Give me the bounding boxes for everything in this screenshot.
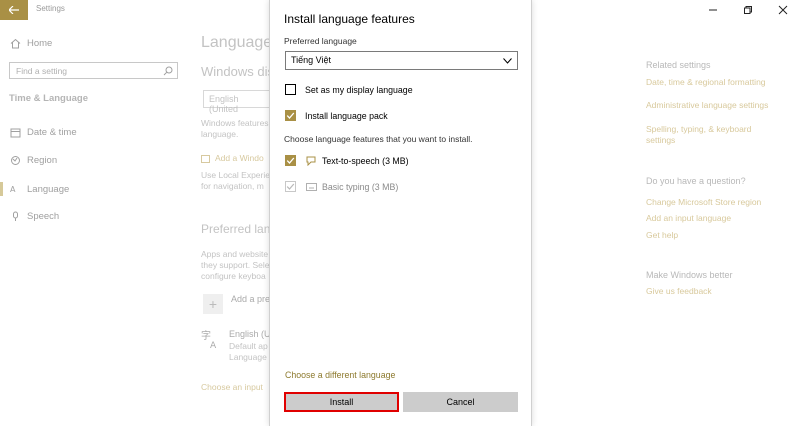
option-label: Set as my display language <box>305 84 413 95</box>
sidebar-item-label: Speech <box>27 210 60 222</box>
speech-icon <box>305 156 317 166</box>
language-sub-line2: Language <box>229 352 267 362</box>
plus-icon: + <box>208 296 218 312</box>
link-label: Add a Windo <box>215 153 264 163</box>
preferred-language-select[interactable]: Tiếng Việt <box>285 51 518 70</box>
checkmark-icon <box>286 183 295 190</box>
link-get-help[interactable]: Get help <box>646 230 678 240</box>
install-button[interactable]: Install <box>284 392 399 412</box>
add-preferred-language-label: Add a pre <box>231 294 271 304</box>
choose-different-language-link[interactable]: Choose a different language <box>285 370 395 380</box>
back-arrow-icon <box>9 6 19 14</box>
search-input[interactable]: Find a setting <box>9 62 178 79</box>
window-controls <box>695 0 800 20</box>
sidebar-item-speech[interactable]: Speech <box>9 210 59 222</box>
related-link-spelling-line2[interactable]: settings <box>646 135 675 145</box>
display-language-select[interactable]: English (United <box>203 90 273 114</box>
sidebar: Home Find a setting Time & Language Date… <box>0 20 188 426</box>
display-desc-line2: language. <box>201 129 239 139</box>
feature-label: Basic typing (3 MB) <box>322 181 399 192</box>
preferred-desc-line1: Apps and website <box>201 249 269 259</box>
checkmark-icon <box>286 157 295 164</box>
link-add-input-language[interactable]: Add an input language <box>646 213 731 223</box>
related-link-date-time[interactable]: Date, time & regional formatting <box>646 77 766 87</box>
svg-text:A: A <box>10 185 16 194</box>
chevron-down-icon <box>503 56 512 66</box>
selection-indicator <box>0 182 3 196</box>
store-icon <box>201 154 210 163</box>
make-windows-better-heading: Make Windows better <box>646 270 733 280</box>
local-desc-line2: for navigation, m <box>201 181 264 191</box>
basic-typing-option: Basic typing (3 MB) <box>285 181 398 192</box>
related-settings-heading: Related settings <box>646 60 711 70</box>
window-title: Settings <box>36 4 65 13</box>
keyboard-icon <box>305 182 317 192</box>
sidebar-item-date-time[interactable]: Date & time <box>9 126 77 138</box>
install-language-features-dialog: Install language features Preferred lang… <box>269 0 532 426</box>
preferred-desc-line2: they support. Sele <box>201 260 270 270</box>
language-name: English (U <box>229 329 271 339</box>
basic-typing-checkbox <box>285 181 296 192</box>
close-icon <box>778 5 787 15</box>
add-windows-display-language-link[interactable]: Add a Windo <box>201 153 264 163</box>
option-label: Install language pack <box>305 110 388 121</box>
preferred-language-label: Preferred language <box>284 36 357 46</box>
globe-icon <box>9 154 21 166</box>
checkmark-icon <box>286 112 295 119</box>
link-change-store-region[interactable]: Change Microsoft Store region <box>646 197 761 207</box>
sidebar-item-home[interactable]: Home <box>9 37 52 49</box>
microphone-icon <box>9 210 21 222</box>
close-button[interactable] <box>765 0 800 20</box>
language-glyph-icon: 字A <box>201 329 221 351</box>
question-heading: Do you have a question? <box>646 176 746 186</box>
page-title: Language <box>201 34 273 51</box>
related-link-admin-language[interactable]: Administrative language settings <box>646 100 768 110</box>
search-icon <box>163 66 173 78</box>
home-icon <box>9 37 21 49</box>
language-pack-checkbox[interactable] <box>285 110 296 121</box>
display-desc-line1: Windows features <box>201 118 269 128</box>
sidebar-item-region[interactable]: Region <box>9 154 57 166</box>
preferred-desc-line3: configure keyboa <box>201 271 266 281</box>
link-give-feedback[interactable]: Give us feedback <box>646 286 712 296</box>
language-sub-line1: Default ap <box>229 341 268 351</box>
display-language-option[interactable]: Set as my display language <box>285 84 413 95</box>
minimize-button[interactable] <box>695 0 730 20</box>
maximize-button[interactable] <box>730 0 765 20</box>
sidebar-item-language[interactable]: A Language <box>0 182 69 196</box>
restore-icon <box>743 6 752 14</box>
sidebar-section-title: Time & Language <box>9 93 89 104</box>
feature-label: Text-to-speech (3 MB) <box>322 155 409 166</box>
selected-language: Tiếng Việt <box>291 55 332 65</box>
display-language-checkbox[interactable] <box>285 84 296 95</box>
sidebar-item-label: Language <box>27 183 70 195</box>
sidebar-item-label: Home <box>27 37 53 49</box>
add-language-button[interactable]: + <box>203 294 223 314</box>
features-label: Choose language features that you want t… <box>284 134 473 144</box>
sidebar-item-label: Date & time <box>27 126 77 138</box>
choose-input-method-link[interactable]: Choose an input <box>201 382 263 392</box>
dialog-title: Install language features <box>284 12 415 26</box>
svg-text:A: A <box>210 341 217 349</box>
local-desc-line1: Use Local Experie <box>201 170 270 180</box>
text-to-speech-checkbox[interactable] <box>285 155 296 166</box>
related-link-spelling[interactable]: Spelling, typing, & keyboard <box>646 124 751 134</box>
language-pack-option[interactable]: Install language pack <box>285 110 388 121</box>
cancel-button[interactable]: Cancel <box>403 392 518 412</box>
back-button[interactable] <box>0 0 28 20</box>
language-icon: A <box>9 183 21 195</box>
text-to-speech-option[interactable]: Text-to-speech (3 MB) <box>285 155 409 166</box>
search-placeholder: Find a setting <box>16 66 68 76</box>
clock-icon <box>9 126 21 138</box>
minimize-icon <box>708 9 717 11</box>
sidebar-item-label: Region <box>27 154 58 166</box>
